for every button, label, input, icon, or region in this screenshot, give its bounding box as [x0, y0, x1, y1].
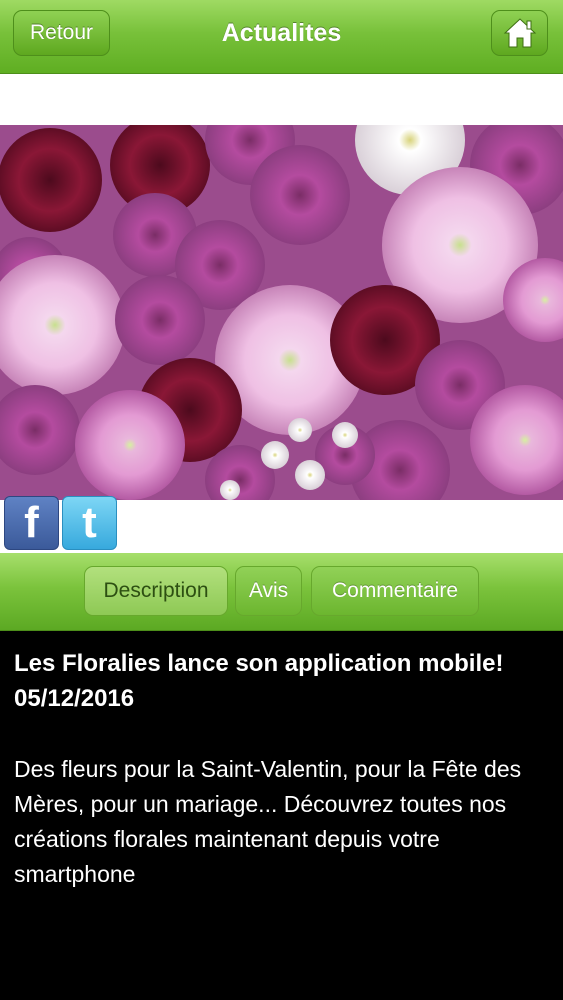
- facebook-icon: f: [24, 498, 39, 547]
- article-title: Les Floralies lance son application mobi…: [14, 650, 504, 677]
- flower-photo: [0, 125, 563, 500]
- page-title: Actualites: [221, 19, 342, 47]
- home-button[interactable]: [491, 10, 548, 56]
- twitter-icon: t: [82, 498, 97, 547]
- article-date: 05/12/2016: [14, 685, 135, 712]
- tab-bar: Description Avis Commentaire: [0, 553, 563, 631]
- tab-avis[interactable]: Avis: [235, 566, 302, 616]
- tab-description[interactable]: Description: [84, 566, 228, 616]
- home-icon: [503, 18, 536, 48]
- article-body: Des fleurs pour la Saint-Valentin, pour …: [14, 756, 522, 887]
- article-content: Les Floralies lance son application mobi…: [14, 646, 544, 892]
- spacer: [0, 74, 563, 125]
- twitter-share-button[interactable]: t: [62, 496, 117, 550]
- tab-commentaire[interactable]: Commentaire: [311, 566, 479, 616]
- facebook-share-button[interactable]: f: [4, 496, 59, 550]
- top-navigation-bar: Retour Actualites: [0, 0, 563, 74]
